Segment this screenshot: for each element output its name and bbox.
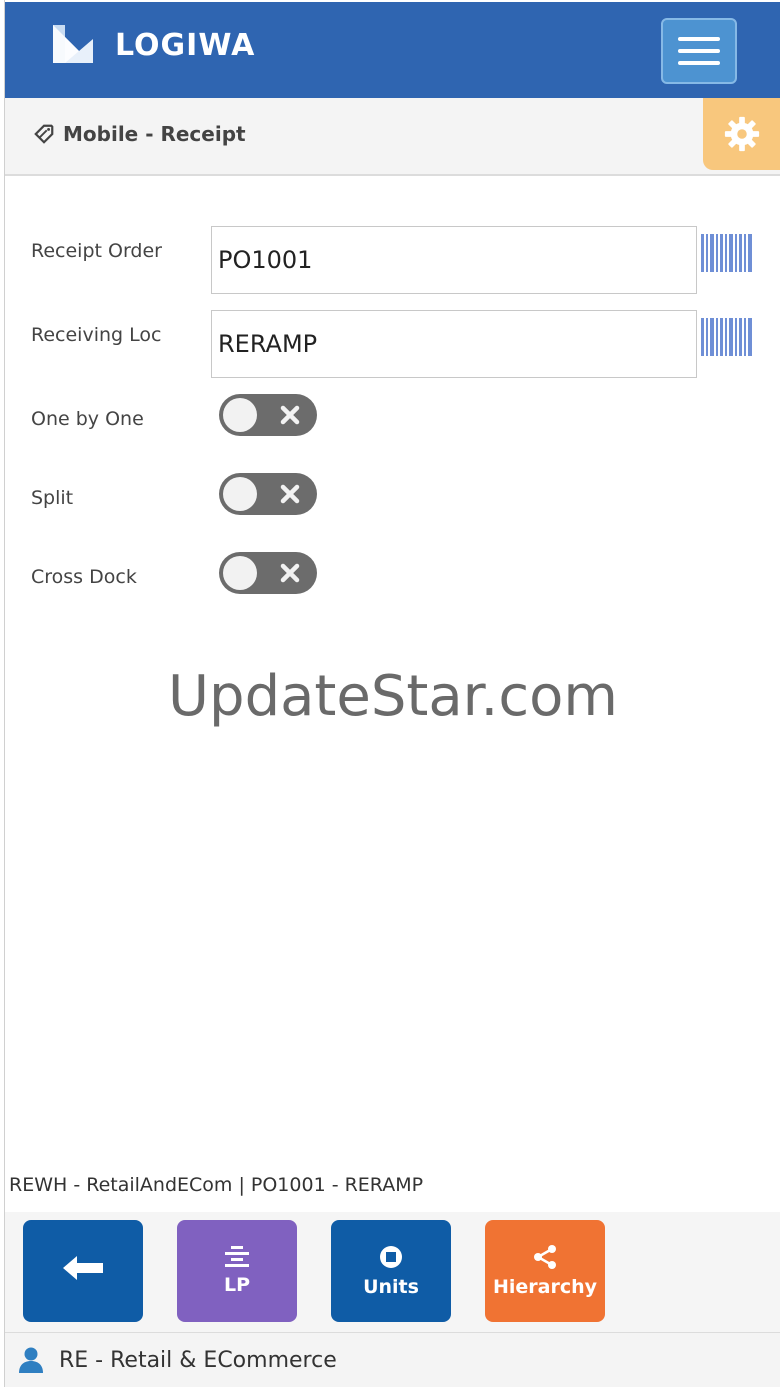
- brand-name: LOGIWA: [115, 27, 256, 63]
- units-button[interactable]: Units: [331, 1220, 451, 1322]
- receipt-order-label: Receipt Order: [31, 240, 162, 262]
- user-icon: [19, 1347, 43, 1373]
- footer: RE - Retail & ECommerce: [5, 1332, 780, 1387]
- close-icon: [280, 484, 300, 504]
- toggle-knob: [223, 477, 257, 511]
- split-toggle[interactable]: [219, 473, 317, 515]
- toggle-knob: [223, 398, 257, 432]
- receipt-order-input[interactable]: [211, 226, 697, 294]
- status-line: REWH - RetailAndECom | PO1001 - RERAMP: [9, 1174, 424, 1196]
- close-icon: [280, 405, 300, 425]
- share-icon: [534, 1245, 556, 1269]
- lp-button[interactable]: LP: [177, 1220, 297, 1322]
- settings-button[interactable]: [703, 98, 780, 170]
- hamburger-icon: [678, 37, 720, 41]
- breadcrumb-bar: Mobile - Receipt: [5, 98, 780, 176]
- watermark: UpdateStar.com: [168, 664, 618, 729]
- menu-button[interactable]: [661, 18, 737, 84]
- app-frame: LOGIWA Mobile - Receipt Receipt Order PO…: [4, 0, 780, 1387]
- page-title: Mobile - Receipt: [63, 122, 246, 146]
- align-center-icon: [225, 1246, 249, 1267]
- hamburger-line: [678, 49, 720, 53]
- cross-dock-label: Cross Dock: [31, 566, 137, 588]
- top-bar: LOGIWA: [5, 2, 780, 98]
- tag-icon: [34, 124, 54, 144]
- company-name: RE - Retail & ECommerce: [59, 1347, 337, 1373]
- back-button[interactable]: [23, 1220, 143, 1322]
- barcode-scan-icon[interactable]: [701, 318, 753, 356]
- hierarchy-label: Hierarchy: [492, 1276, 598, 1298]
- split-label: Split: [31, 487, 74, 509]
- receiving-loc-label: Receiving Loc: [31, 324, 162, 346]
- close-icon: [280, 563, 300, 583]
- hierarchy-button[interactable]: Hierarchy: [485, 1220, 605, 1322]
- hamburger-line: [678, 61, 720, 65]
- logo-icon: [53, 25, 93, 63]
- gear-icon: [724, 116, 760, 152]
- logo[interactable]: LOGIWA: [49, 22, 255, 68]
- units-label: Units: [363, 1276, 419, 1298]
- lp-label: LP: [223, 1274, 251, 1296]
- action-bar: LP Units Hierarchy: [5, 1212, 780, 1332]
- breadcrumb: Mobile - Receipt: [33, 122, 246, 146]
- receiving-loc-input[interactable]: [211, 310, 697, 378]
- barcode-scan-icon[interactable]: [701, 234, 753, 272]
- stop-circle-icon: [380, 1246, 402, 1268]
- arrow-left-icon: [63, 1256, 103, 1280]
- one-by-one-label: One by One: [31, 408, 144, 430]
- cross-dock-toggle[interactable]: [219, 552, 317, 594]
- toggle-knob: [223, 556, 257, 590]
- one-by-one-toggle[interactable]: [219, 394, 317, 436]
